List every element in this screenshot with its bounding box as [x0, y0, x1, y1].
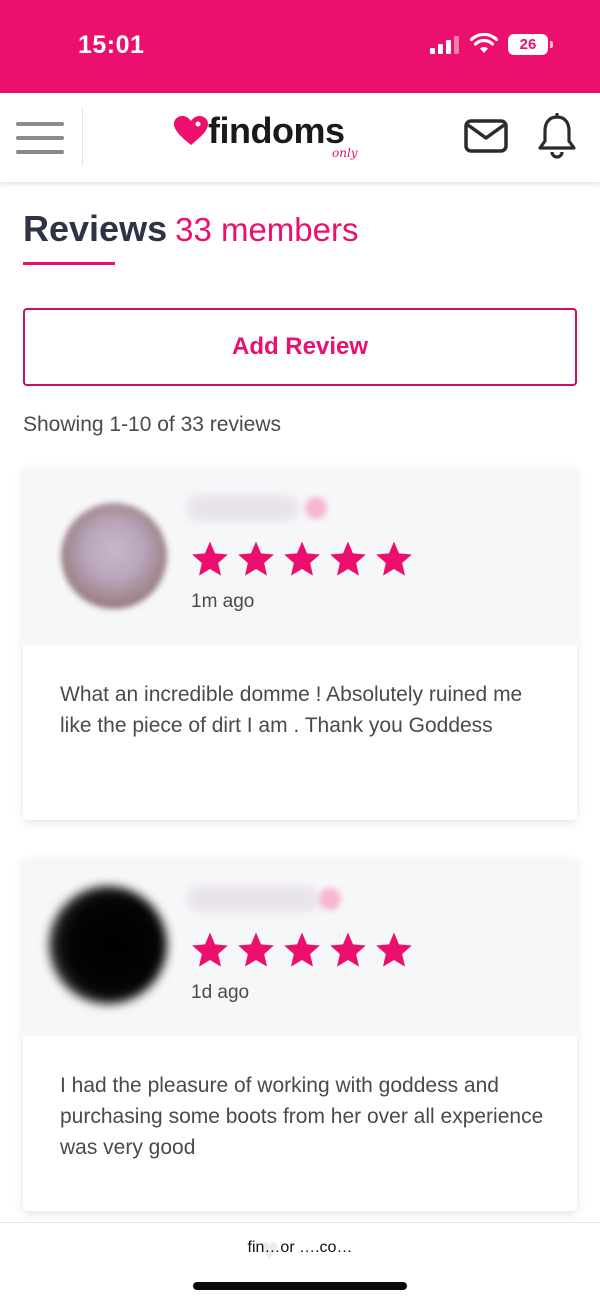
- review-time: 1d ago: [191, 982, 250, 1003]
- review-card: 1m ago What an incredible domme ! Absolu…: [23, 467, 577, 820]
- review-header: 1d ago: [23, 858, 577, 1036]
- heart-logo-icon: [174, 116, 208, 145]
- battery-icon: 26: [508, 34, 553, 55]
- star-icon: [284, 541, 320, 576]
- review-text: What an incredible domme ! Absolutely ru…: [60, 683, 523, 737]
- star-icon: [330, 541, 366, 576]
- home-indicator[interactable]: [193, 1282, 407, 1290]
- star-icon: [376, 541, 412, 576]
- star-icon: [238, 541, 274, 576]
- review-header: 1m ago: [23, 467, 577, 645]
- page-title-text: Reviews: [23, 208, 168, 249]
- header-divider: [82, 108, 83, 166]
- avatar[interactable]: [49, 886, 167, 1004]
- mail-icon[interactable]: [463, 118, 509, 154]
- top-nav: findoms only: [0, 93, 600, 182]
- logo-tagline: only: [332, 146, 358, 160]
- status-time: 15:01: [78, 31, 145, 59]
- signal-icon: [430, 36, 460, 54]
- review-card: 1d ago I had the pleasure of working wit…: [23, 858, 577, 1211]
- star-rating: [190, 930, 420, 970]
- avatar[interactable]: [61, 503, 167, 609]
- star-rating: [190, 539, 420, 579]
- reviewer-name-redacted: [188, 495, 298, 521]
- star-icon: [284, 932, 320, 967]
- wifi-icon: [469, 32, 499, 55]
- results-count: Showing 1-10 of 33 reviews: [23, 413, 281, 436]
- star-icon: [192, 541, 228, 576]
- menu-icon[interactable]: [16, 120, 64, 156]
- url-bar[interactable]: fin…or ….co…: [0, 1239, 600, 1257]
- review-time: 1m ago: [191, 591, 255, 612]
- site-logo[interactable]: findoms only: [174, 108, 374, 164]
- browser-bottom-bar: ♥ fin…or ….co…: [0, 1222, 600, 1301]
- verified-badge: [319, 888, 341, 910]
- status-bar: 15:01 26: [0, 0, 600, 93]
- bell-icon[interactable]: [536, 112, 578, 159]
- star-icon: [376, 932, 412, 967]
- page-title: Reviews 33 members: [23, 208, 359, 250]
- logo-text: findoms: [208, 110, 345, 151]
- review-text: I had the pleasure of working with godde…: [60, 1074, 544, 1159]
- member-count: 33 members: [175, 211, 359, 248]
- star-icon: [192, 932, 228, 967]
- title-underline: [23, 262, 115, 265]
- add-review-button[interactable]: Add Review: [23, 308, 577, 386]
- star-icon: [330, 932, 366, 967]
- verified-badge: [305, 497, 327, 519]
- reviewer-name-redacted: [188, 886, 318, 912]
- star-icon: [238, 932, 274, 967]
